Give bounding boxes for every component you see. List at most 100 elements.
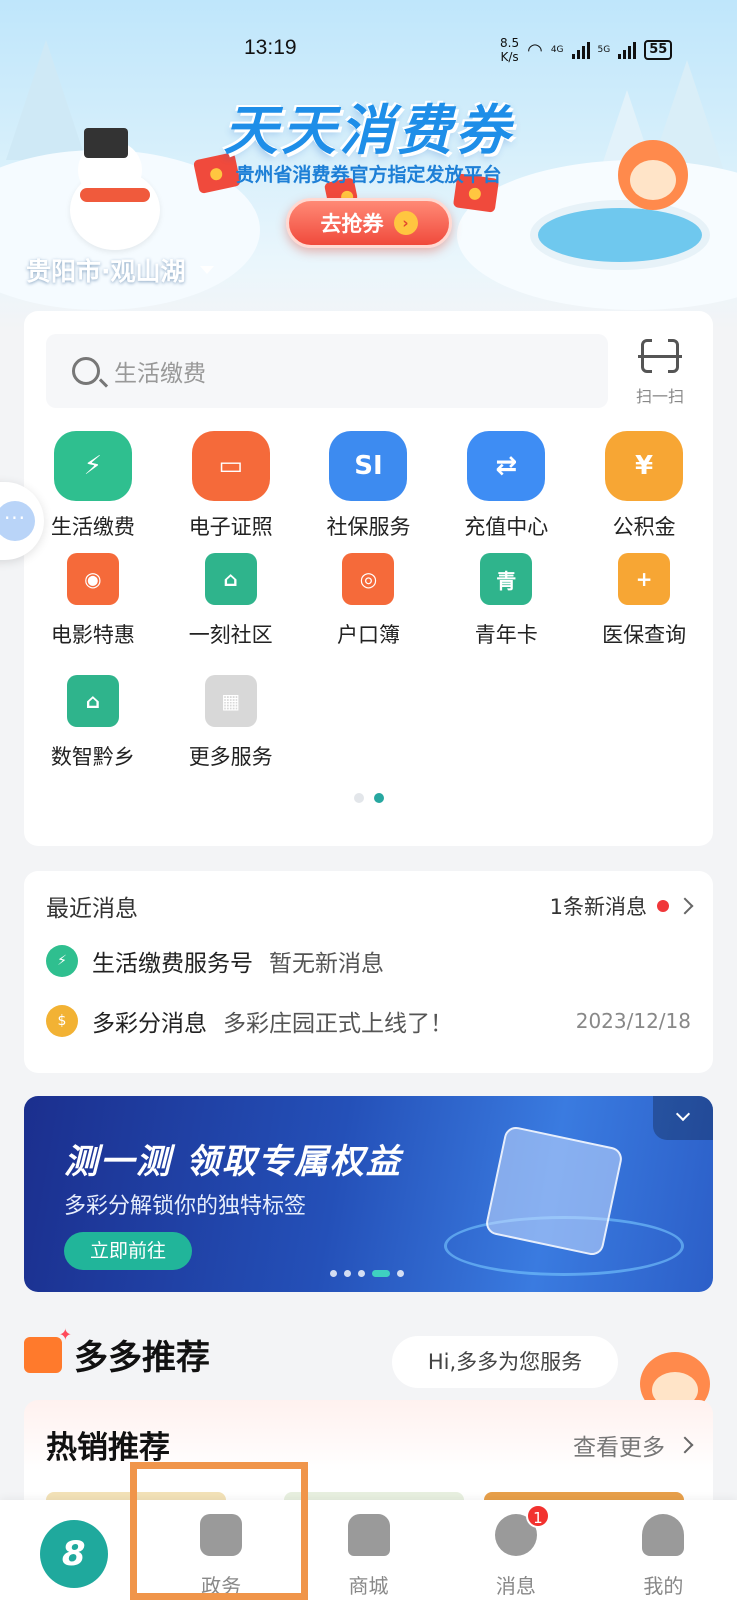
go-now-button[interactable]: 立即前往 [64,1232,192,1270]
status-time: 13:19 [244,36,297,59]
scan-label: 扫一扫 [635,387,684,406]
phone-recharge-icon: ⇄ [467,431,546,501]
carousel-dot [344,1270,351,1277]
recent-messages-card[interactable]: 最近消息 1条新消息 ⚡ 生活缴费服务号 暂无新消息 $ 多彩分消息 多彩庄园正… [24,871,713,1073]
service-grid: ⚡ 生活缴费 ▭ 电子证照 SI 社保服务 ⇄ 充值中心 ¥ 公积金 ◉ 电影特惠 ⌂ 一刻社区 ◎ 户口簿… [24,431,713,785]
message-item[interactable]: ⚡ 生活缴费服务号 暂无新消息 [46,943,691,979]
promo-banner[interactable]: 测一测 领取专属权益 多彩分解锁你的独特标签 立即前往 [24,1096,713,1292]
search-placeholder: 生活缴费 [114,361,206,387]
youth-card-icon: 青 [480,553,533,605]
service-label: 一刻社区 [188,623,273,647]
message-text: 多彩庄园正式上线了！ [223,1011,453,1037]
service-card: 生活缴费 扫一扫 ⚡ 生活缴费 ▭ 电子证照 SI 社保服务 ⇄ 充值中心 ¥ 公积金 ◉ 电影特惠… [24,311,713,846]
message-item[interactable]: $ 多彩分消息 多彩庄园正式上线了！ 2023/12/18 [46,1003,691,1039]
page-indicator [24,793,713,803]
status-bar: 13:19 8.5 K/s ◠ 4G 5G 55 [0,36,737,66]
grab-coupon-button[interactable]: 去抢券 › [286,198,452,248]
lightning-drop-icon: ⚡ [53,431,132,501]
annotation-highlight-box [130,1462,308,1600]
see-more-link[interactable]: 查看更多 [573,1428,694,1462]
battery-icon: 55 [644,40,673,60]
banner-title: 测一测 领取专属权益 [64,1142,402,1182]
see-more-label: 查看更多 [573,1435,665,1461]
tab-home[interactable]: 8 [0,1500,147,1600]
recommend-title: 多多推荐 [74,1338,210,1378]
search-icon [72,357,100,385]
carousel-dot [330,1270,337,1277]
tab-label: 商城 [348,1574,389,1598]
hero-banner[interactable]: 13:19 8.5 K/s ◠ 4G 5G 55 天天消费券 贵州省消费券官方指… [0,0,737,330]
carousel-dot-active [372,1270,390,1277]
caret-down-icon [199,266,214,274]
unread-dot [657,900,669,912]
message-sender: 多彩分消息 [92,1011,207,1037]
page-dot-active [373,793,384,803]
chevron-right-icon: › [393,211,418,235]
network-type-2: 5G [597,45,611,55]
carousel-dot [358,1270,365,1277]
status-indicators: 8.5 K/s ◠ 4G 5G 55 [500,36,673,64]
mall-store-icon [347,1514,390,1556]
tab-messages[interactable]: 1 消息 [442,1500,589,1600]
new-messages-link[interactable]: 1条新消息 [549,891,694,921]
signal-icon [571,41,590,59]
search-input[interactable]: 生活缴费 [46,334,608,408]
utility-service-icon: ⚡ [46,945,78,977]
net-speed-unit: K/s [500,50,519,64]
service-item[interactable]: ▦ 更多服务 [162,667,300,785]
grab-coupon-label: 去抢券 [320,212,384,236]
scan-button[interactable]: 扫一扫 [630,337,690,407]
medical-search-icon: + [618,553,671,605]
service-item[interactable]: + 医保查询 [575,545,713,663]
service-label: 社保服务 [326,515,411,539]
location-selector[interactable]: 贵阳市·观山湖 [26,252,214,288]
tab-mall[interactable]: 商城 [295,1500,442,1600]
hero-title: 天天消费券 [223,99,514,162]
home-logo-icon: 8 [39,1520,108,1588]
service-label: 青年卡 [474,623,538,647]
film-reel-icon: ◉ [66,553,119,605]
service-item[interactable]: ¥ 公积金 [575,431,713,541]
wifi-icon: ◠ [527,39,543,61]
carousel-dot [397,1270,404,1277]
banner-subtitle: 多彩分解锁你的独特标签 [64,1194,307,1219]
service-item[interactable]: SI 社保服务 [300,431,438,541]
service-item[interactable]: 青青年卡 [437,545,575,663]
location-label: 贵阳市·观山湖 [26,257,186,286]
hot-sale-title: 热销推荐 [46,1430,170,1466]
service-label: 公积金 [612,515,676,539]
messages-title: 最近消息 [46,896,138,922]
service-item[interactable]: ⌂ 数智黔乡 [24,667,162,785]
tab-label: 消息 [495,1574,536,1598]
service-item[interactable]: ▭ 电子证照 [162,431,300,541]
service-label: 充值中心 [464,515,549,539]
message-sender: 生活缴费服务号 [92,951,253,977]
thumbs-up-icon [24,1325,72,1373]
new-messages-count: 1条新消息 [549,895,647,919]
bottom-tab-bar: 8 政务 商城 1 消息 我的 [0,1500,737,1600]
message-text: 暂无新消息 [269,951,384,977]
service-item[interactable]: ⇄ 充值中心 [437,431,575,541]
assistant-greeting-bubble[interactable]: Hi,多多为您服务 [392,1336,618,1388]
net-speed-value: 8.5 [500,36,520,50]
service-item[interactable]: ⌂ 一刻社区 [162,545,300,663]
service-item[interactable]: ⚡ 生活缴费 [24,431,162,541]
si-icon: SI [329,431,408,501]
household-register-icon: ◎ [342,553,395,605]
hero-subtitle: 贵州省消费券官方指定发放平台 [235,164,502,186]
service-label: 电子证照 [188,515,273,539]
profile-icon [642,1514,685,1556]
tab-profile[interactable]: 我的 [590,1500,737,1600]
collapse-chevron-icon[interactable] [653,1096,713,1140]
service-item[interactable]: ◎ 户口簿 [300,545,438,663]
points-laurel-icon: $ [46,1005,78,1037]
service-label: 数智黔乡 [50,745,135,769]
service-item[interactable]: ◉ 电影特惠 [24,545,162,663]
message-date: 2023/12/18 [575,1009,691,1033]
hot-spring-illustration [530,200,710,270]
tab-label: 我的 [643,1574,684,1598]
messages-header: 最近消息 1条新消息 [46,891,694,922]
id-card-icon: ▭ [191,431,270,501]
more-dots-icon: ··· [0,501,35,541]
unread-badge: 1 [525,1504,550,1528]
